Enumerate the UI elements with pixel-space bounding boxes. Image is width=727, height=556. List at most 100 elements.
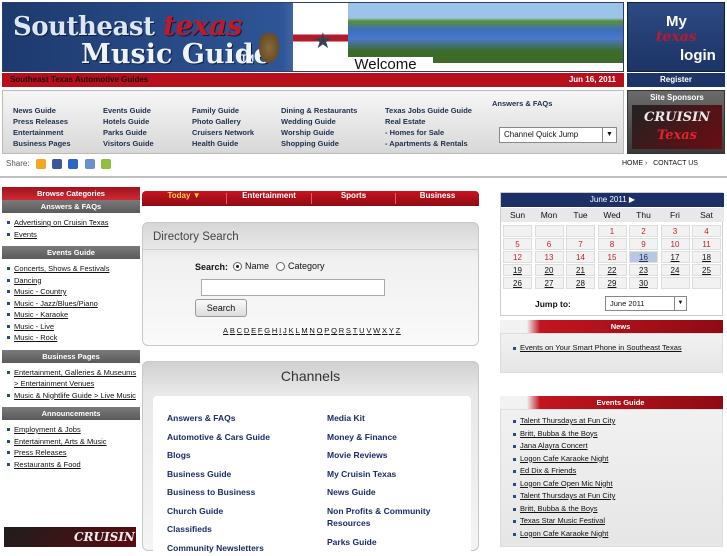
channel-link[interactable]: Business Guide: [167, 468, 231, 480]
channel-link[interactable]: Classifieds: [167, 523, 212, 535]
nav-visitors-guide[interactable]: Visitors Guide: [103, 138, 154, 149]
letter-link[interactable]: V: [366, 326, 372, 335]
calendar-day[interactable]: 8: [597, 238, 627, 250]
letter-link[interactable]: T: [353, 326, 358, 335]
letter-link[interactable]: B: [230, 326, 236, 335]
channel-link[interactable]: Movie Reviews: [327, 449, 387, 461]
letter-link[interactable]: E: [251, 326, 257, 335]
channel-link[interactable]: Church Guide: [167, 505, 223, 517]
channel-link[interactable]: Non Profits & Community Resources: [327, 505, 457, 529]
calendar-day[interactable]: 13: [534, 251, 564, 263]
nav-hotels-guide[interactable]: Hotels Guide: [103, 116, 154, 127]
channel-link[interactable]: Answers & FAQs: [167, 412, 236, 424]
calendar-day[interactable]: 30: [629, 277, 658, 289]
letter-link[interactable]: O: [317, 326, 323, 335]
calendar-day[interactable]: 6: [534, 238, 564, 250]
nav-shopping-guide[interactable]: Shopping Guide: [281, 138, 357, 149]
facebook-icon[interactable]: [68, 159, 79, 169]
automotive-guides-link[interactable]: Southeast Texas Automotive Guides: [10, 75, 148, 84]
letter-link[interactable]: P: [324, 326, 330, 335]
channel-link[interactable]: Community Newsletters: [167, 542, 264, 554]
list-item[interactable]: Music & Nightlife Guide > Live Music: [6, 390, 138, 402]
list-item[interactable]: Employment & Jobs: [6, 424, 138, 436]
nav-answers-faqs[interactable]: Answers & FAQs: [492, 99, 552, 108]
channel-link[interactable]: Media Kit: [327, 412, 365, 424]
directory-search-input[interactable]: [201, 279, 385, 296]
list-item[interactable]: Dancing: [6, 275, 138, 287]
nav-entertainment[interactable]: Entertainment: [13, 127, 71, 138]
calendar-day[interactable]: 24: [660, 264, 690, 276]
calendar-day[interactable]: 5: [503, 238, 532, 250]
letter-link[interactable]: R: [339, 326, 345, 335]
list-item[interactable]: Restaurants & Food: [6, 459, 138, 471]
nav-health-guide[interactable]: Health Guide: [192, 138, 254, 149]
calendar-day[interactable]: 10: [660, 238, 690, 250]
letter-link[interactable]: M: [301, 326, 308, 335]
channel-link[interactable]: My Cruisin Texas: [327, 468, 396, 480]
list-item[interactable]: Advertising on Cruisin Texas: [6, 217, 138, 229]
nav-events-guide[interactable]: Events Guide: [103, 105, 154, 116]
list-item[interactable]: Music - Karaoke: [6, 309, 138, 321]
letter-link[interactable]: S: [346, 326, 352, 335]
tab-entertainment[interactable]: Entertainment: [227, 191, 311, 206]
event-item[interactable]: Britt, Bubba & the Boys: [511, 503, 718, 516]
calendar-day[interactable]: 25: [692, 264, 721, 276]
tab-today[interactable]: Today ▼: [142, 191, 226, 206]
calendar-day[interactable]: 3: [660, 225, 690, 237]
letter-link[interactable]: Z: [396, 326, 401, 335]
list-item[interactable]: Music - Rock: [6, 332, 138, 344]
myspace-icon[interactable]: [52, 159, 63, 169]
news-item[interactable]: Events on Your Smart Phone in Southeast …: [511, 342, 718, 355]
calendar-day[interactable]: 18: [692, 251, 721, 263]
calendar-day[interactable]: 2: [629, 225, 658, 237]
channel-quick-jump-select[interactable]: Channel Quick Jump ▼: [499, 127, 617, 143]
blogger-icon[interactable]: [35, 159, 46, 169]
event-item[interactable]: Talent Thursdays at Fun City: [511, 490, 718, 503]
channel-link[interactable]: Parks Guide: [327, 536, 377, 548]
search-by-name-radio[interactable]: [233, 262, 242, 271]
list-item[interactable]: Entertainment, Arts & Music: [6, 436, 138, 448]
nav-dining[interactable]: Dining & Restaurants: [281, 105, 357, 116]
letter-link[interactable]: Y: [389, 326, 395, 335]
event-item[interactable]: Logon Cafe Karaoke Night: [511, 453, 718, 466]
nav-business-pages[interactable]: Business Pages: [13, 138, 71, 149]
windows-live-icon[interactable]: [100, 159, 111, 169]
letter-link[interactable]: N: [309, 326, 315, 335]
contact-us-link[interactable]: CONTACT US: [653, 160, 698, 167]
nav-real-estate[interactable]: Real Estate: [385, 116, 472, 127]
nav-parks-guide[interactable]: Parks Guide: [103, 127, 154, 138]
calendar-day[interactable]: 16: [629, 251, 658, 263]
google-icon[interactable]: [84, 159, 95, 169]
list-item[interactable]: Concerts, Shows & Festivals: [6, 263, 138, 275]
letter-link[interactable]: I: [279, 326, 282, 335]
list-item[interactable]: Entertainment, Galleries & Museums > Ent…: [6, 367, 138, 390]
letter-link[interactable]: A: [223, 326, 229, 335]
nav-news-guide[interactable]: News Guide: [13, 105, 71, 116]
calendar-day[interactable]: 14: [566, 251, 595, 263]
calendar-day[interactable]: 23: [629, 264, 658, 276]
jump-to-month-select[interactable]: June 2011 ▼: [605, 296, 687, 311]
nav-press-releases[interactable]: Press Releases: [13, 116, 71, 127]
calendar-day[interactable]: 28: [566, 277, 595, 289]
calendar-day[interactable]: 7: [566, 238, 595, 250]
calendar-day[interactable]: 21: [566, 264, 595, 276]
search-by-category-radio[interactable]: [276, 262, 285, 271]
site-banner[interactable]: Southeast texas Music Guide TM ★ Welcome: [2, 2, 624, 72]
channel-link[interactable]: Blogs: [167, 449, 191, 461]
list-item[interactable]: Music - Live: [6, 321, 138, 333]
cruisin-texas-ad[interactable]: CRUISIN Texas: [632, 105, 722, 149]
letter-link[interactable]: W: [373, 326, 381, 335]
event-item[interactable]: Britt, Bubba & the Boys: [511, 428, 718, 441]
register-button[interactable]: Register: [627, 73, 725, 87]
calendar-day[interactable]: 22: [597, 264, 627, 276]
nav-worship-guide[interactable]: Worship Guide: [281, 127, 357, 138]
my-texas-login-button[interactable]: My texas login: [627, 2, 725, 72]
event-item[interactable]: Talent Thursdays at Fun City: [511, 415, 718, 428]
letter-link[interactable]: D: [244, 326, 250, 335]
next-month-icon[interactable]: ▶: [629, 195, 635, 204]
calendar-day[interactable]: 15: [597, 251, 627, 263]
calendar-day[interactable]: 12: [503, 251, 532, 263]
nav-family-guide[interactable]: Family Guide: [192, 105, 254, 116]
event-item[interactable]: Jana Alayra Concert: [511, 440, 718, 453]
home-link[interactable]: HOME: [622, 160, 643, 167]
